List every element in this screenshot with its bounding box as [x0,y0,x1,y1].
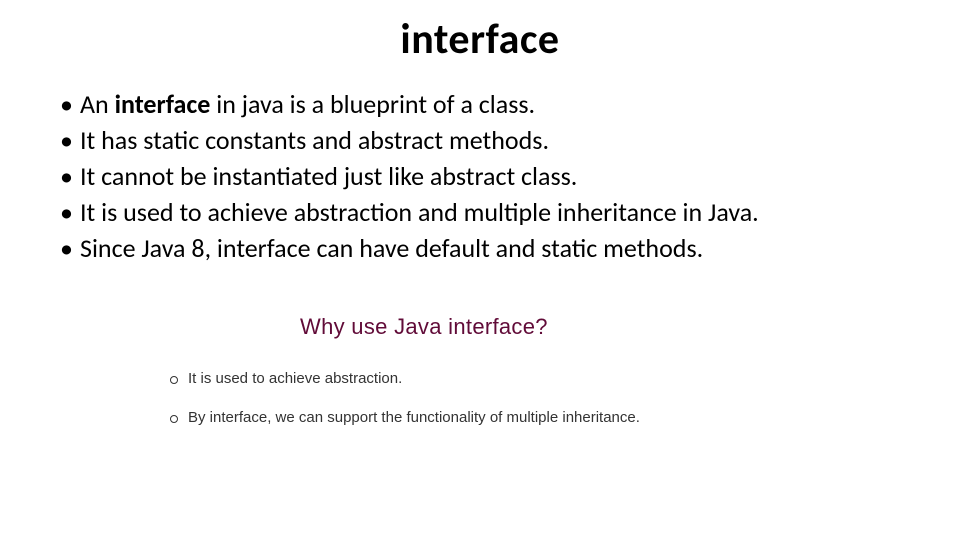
bullet-text: It has static constants and abstract met… [80,124,549,156]
list-item: It cannot be instantiated just like abst… [60,159,960,195]
slide: interface An interface in java is a blue… [0,0,960,540]
bullet-text-suffix: in java is a blueprint of a class. [210,88,535,120]
sub-bullet-text: It is used to achieve abstraction. [188,370,402,387]
list-item: It is used to achieve abstraction. [170,370,960,387]
list-item: Since Java 8, interface can have default… [60,231,960,267]
sub-bullet-text: By interface, we can support the functio… [188,409,640,426]
bullet-text: It cannot be instantiated just like abst… [80,160,577,192]
slide-title: interface [0,0,960,65]
list-item: An interface in java is a blueprint of a… [60,87,960,123]
list-item: It has static constants and abstract met… [60,123,960,159]
embedded-subsection: Why use Java interface? It is used to ac… [300,314,960,426]
sub-heading: Why use Java interface? [300,314,960,340]
bullet-text-strong: interface [115,88,211,120]
list-item: It is used to achieve abstraction and mu… [60,195,960,231]
list-item: By interface, we can support the functio… [170,409,960,426]
sub-bullet-list: It is used to achieve abstraction. By in… [170,370,960,426]
bullet-text: Since Java 8, interface can have default… [80,232,703,264]
bullet-text-prefix: An [80,88,115,120]
bullet-text: It is used to achieve abstraction and mu… [80,196,759,228]
main-bullet-list: An interface in java is a blueprint of a… [60,87,960,266]
